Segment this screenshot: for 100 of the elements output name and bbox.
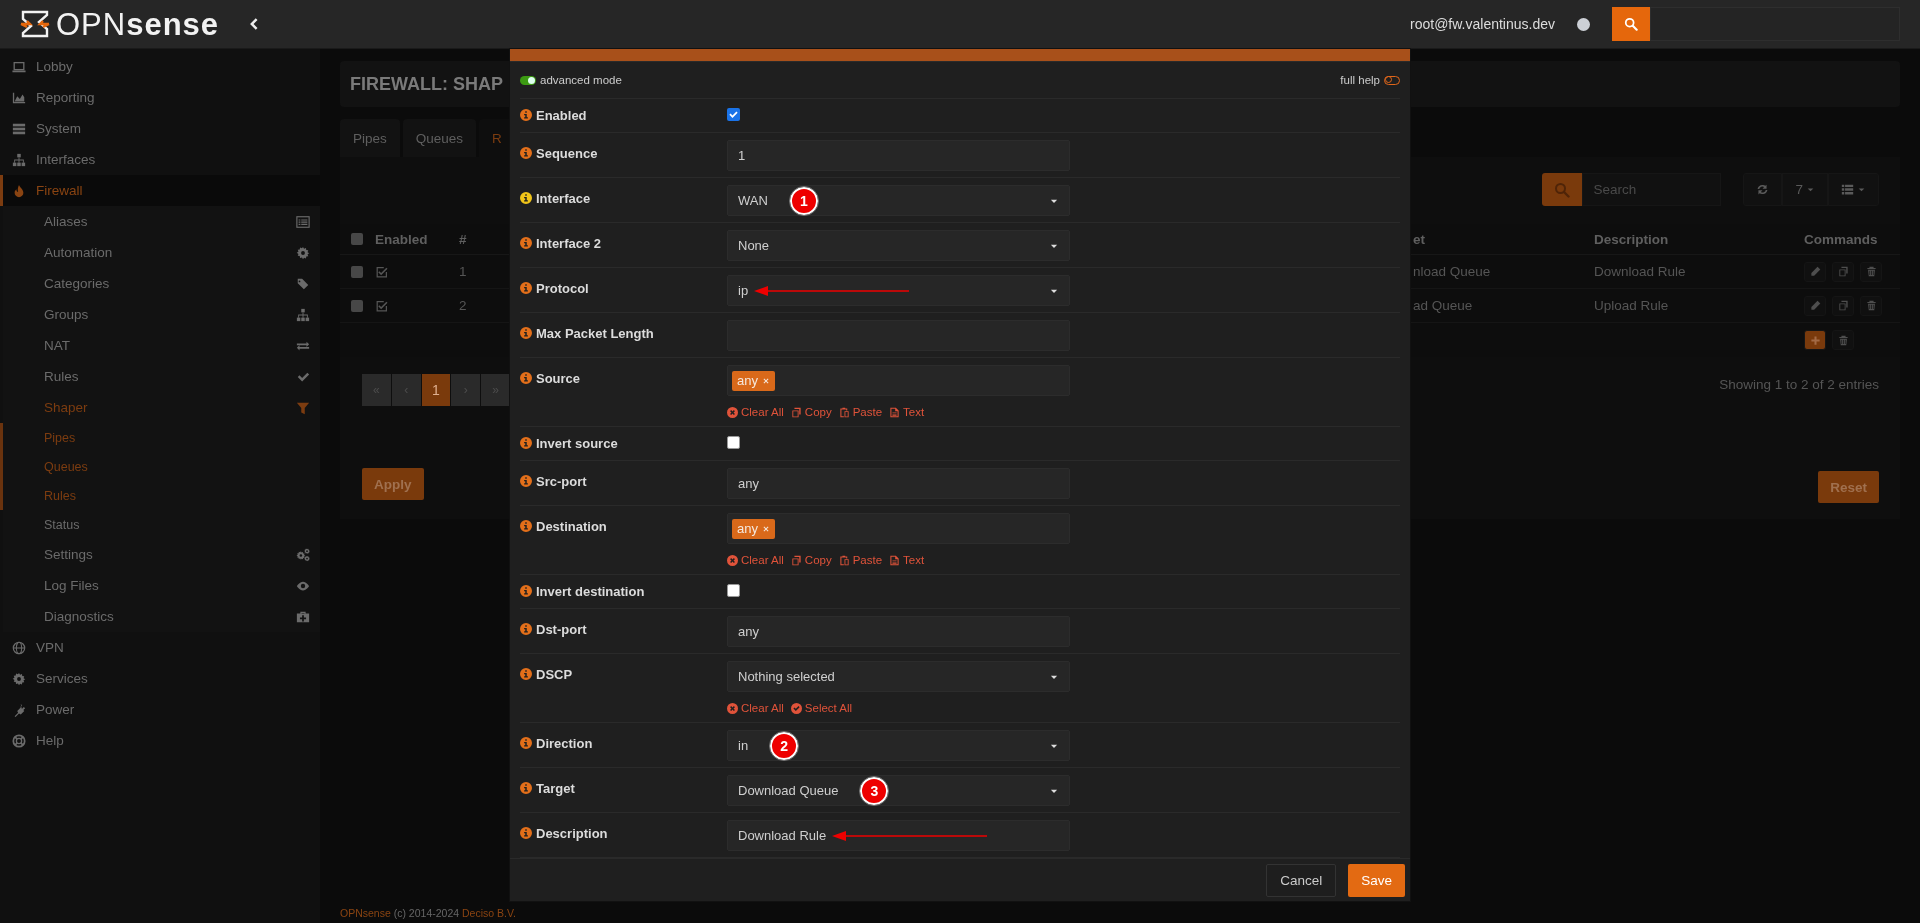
checkbox[interactable]	[351, 299, 363, 312]
cancel-button[interactable]: Cancel	[1266, 863, 1337, 897]
submenu-item[interactable]: Log Files	[3, 570, 320, 601]
tag-chip[interactable]: any	[732, 370, 775, 391]
pencil-icon	[1809, 266, 1821, 277]
add-button[interactable]	[1804, 330, 1826, 350]
footer-link[interactable]: OPNsense	[340, 907, 391, 919]
input-field[interactable]: any	[727, 468, 1070, 499]
column-header[interactable]: #	[459, 231, 467, 247]
field-label: Direction	[536, 736, 593, 751]
delete-button[interactable]	[1860, 261, 1882, 282]
copy-icon	[790, 554, 802, 566]
page-title: FIREWALL: SHAP	[350, 73, 503, 95]
sidebar-item[interactable]: System	[0, 113, 320, 144]
submenu-item[interactable]: Shaper	[3, 392, 320, 423]
action-link[interactable]: Paste	[838, 406, 883, 418]
input-field[interactable]: Download Rule	[727, 820, 1070, 851]
delete-button[interactable]	[1832, 330, 1854, 350]
select-field[interactable]: None	[727, 230, 1070, 261]
checkbox[interactable]	[727, 584, 740, 597]
apply-button[interactable]: Apply	[362, 468, 424, 500]
action-link[interactable]: Clear All	[727, 702, 784, 714]
reset-button[interactable]: Reset	[1818, 471, 1879, 503]
submenu-item[interactable]: Status	[0, 510, 320, 539]
action-link[interactable]: Select All	[790, 702, 853, 714]
logo-mark-icon	[20, 10, 50, 38]
checkbox[interactable]	[351, 233, 363, 245]
action-link[interactable]: Text	[889, 554, 925, 566]
page-button[interactable]: 1	[421, 374, 451, 406]
search-field[interactable]: Search	[1582, 173, 1722, 206]
sidebar-item[interactable]: Help	[0, 725, 320, 756]
submenu-item[interactable]: Categories	[3, 268, 320, 299]
tags-field[interactable]: any	[727, 513, 1070, 544]
submenu-item[interactable]: Diagnostics	[3, 601, 320, 632]
tags-field[interactable]: any	[727, 365, 1070, 396]
remove-icon	[761, 524, 770, 533]
page-size-dropdown[interactable]: 7	[1782, 173, 1828, 206]
action-link[interactable]: Copy	[790, 554, 832, 566]
sidebar-item[interactable]: Interfaces	[0, 144, 320, 175]
delete-button[interactable]	[1860, 295, 1882, 316]
copy-icon	[1837, 266, 1849, 277]
select-field[interactable]: in 2	[727, 730, 1070, 761]
checkbox[interactable]	[351, 265, 363, 278]
submenu-item[interactable]: Automation	[3, 237, 320, 268]
clone-button[interactable]	[1832, 295, 1854, 316]
submenu-item[interactable]: Groups	[3, 299, 320, 330]
search-button[interactable]	[1542, 173, 1583, 206]
field-label: Max Packet Length	[536, 326, 654, 341]
footer-link[interactable]: Deciso B.V.	[462, 907, 516, 919]
laptop-icon	[12, 59, 26, 74]
refresh-button[interactable]	[1743, 173, 1783, 206]
sidebar-item[interactable]: Firewall	[0, 175, 320, 206]
sidebar-item[interactable]: Power	[0, 694, 320, 725]
submenu-item[interactable]: NAT	[3, 330, 320, 361]
clone-button[interactable]	[1832, 261, 1854, 282]
toggle-switch[interactable]	[520, 75, 536, 85]
table-cell: Download Rule	[1594, 264, 1686, 279]
field-label: Sequence	[536, 146, 598, 161]
globe-icon	[12, 640, 26, 655]
submenu-item[interactable]: Queues	[0, 452, 320, 481]
column-header[interactable]: Description	[1594, 231, 1669, 247]
columns-dropdown[interactable]	[1828, 173, 1879, 206]
submenu-item[interactable]: Aliases	[3, 206, 320, 237]
submenu-item[interactable]: Pipes	[0, 423, 320, 452]
column-header[interactable]: et	[1413, 231, 1425, 247]
submenu-item[interactable]: Rules	[0, 481, 320, 510]
tag-chip[interactable]: any	[732, 518, 775, 539]
checkbox[interactable]	[727, 108, 740, 121]
select-field[interactable]: WAN 1	[727, 185, 1070, 216]
caret-icon	[1806, 185, 1815, 194]
submenu-item[interactable]: Rules	[3, 361, 320, 392]
sidebar-item[interactable]: Lobby	[0, 51, 320, 82]
sidebar-item[interactable]: Reporting	[0, 82, 320, 113]
edit-button[interactable]	[1804, 295, 1826, 316]
column-header[interactable]: Enabled	[375, 231, 428, 247]
action-link[interactable]: Text	[889, 406, 925, 418]
action-link[interactable]: Copy	[790, 406, 832, 418]
column-header: Commands	[1804, 231, 1878, 247]
select-field[interactable]: Nothing selected	[727, 661, 1070, 692]
table-cell: ad Queue	[1413, 298, 1473, 313]
tab[interactable]: Queues	[402, 119, 477, 157]
sidebar-item[interactable]: Services	[0, 663, 320, 694]
select-field[interactable]: ip	[727, 275, 1070, 306]
action-link[interactable]: Clear All	[727, 406, 784, 418]
checkbox[interactable]	[727, 436, 740, 449]
action-link[interactable]: Paste	[838, 554, 883, 566]
input-field[interactable]: any	[727, 616, 1070, 647]
input-field[interactable]: 1	[727, 140, 1070, 171]
brand-logo: OPNsense	[56, 8, 220, 40]
search-field[interactable]	[1650, 7, 1900, 41]
save-button[interactable]: Save	[1348, 863, 1405, 897]
clear-icon	[727, 702, 738, 714]
field-label: DSCP	[536, 667, 573, 682]
select-field[interactable]: Download Queue 3	[727, 775, 1070, 806]
action-link[interactable]: Clear All	[727, 554, 784, 566]
sidebar-item[interactable]: VPN	[0, 632, 320, 663]
submenu-item[interactable]: Settings	[3, 539, 320, 570]
edit-button[interactable]	[1804, 261, 1826, 282]
tab[interactable]: Pipes	[340, 119, 400, 157]
search-button[interactable]	[1612, 7, 1650, 41]
